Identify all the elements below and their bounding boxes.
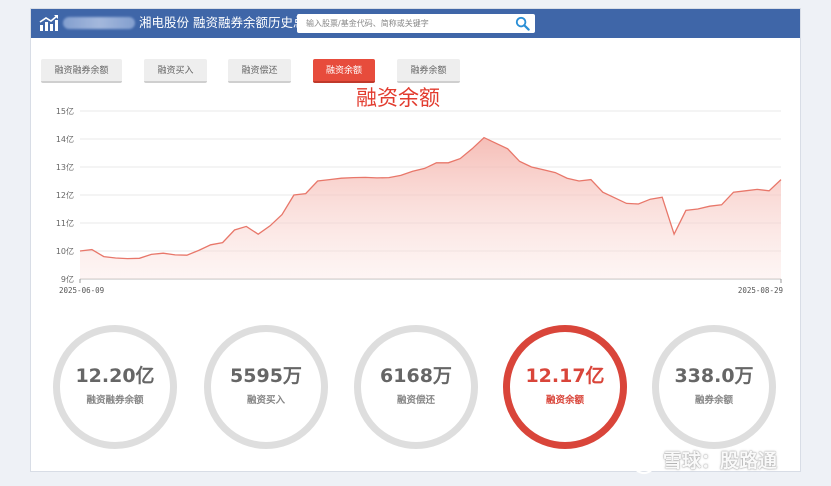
y-tick-label: 12亿 <box>56 190 74 200</box>
tab-margin-total[interactable]: 融资融券余额 <box>41 59 122 83</box>
stat-label: 融券余额 <box>694 395 733 406</box>
stat-value: 12.17亿 <box>525 365 605 387</box>
stat-value: 338.0万 <box>674 365 754 387</box>
app-window: 湘电股份 融资融券余额历史总览 融资融券余额 融资买入 融资偿还 融资余额 融券… <box>30 8 801 472</box>
stat-circle-financing-repay: 6168万 融资偿还 <box>354 325 478 449</box>
y-tick-label: 13亿 <box>56 162 74 172</box>
y-tick-label: 9亿 <box>61 274 74 284</box>
stat-circle-securities-lending: 338.0万 融券余额 <box>652 325 776 449</box>
stat-circle-margin-total: 12.20亿 融资融券余额 <box>53 325 177 449</box>
tab-financing-buy[interactable]: 融资买入 <box>144 59 207 83</box>
search-icon[interactable] <box>515 16 530 31</box>
financing-balance-chart: 9亿 10亿 11亿 12亿 13亿 14亿 15亿 2025-06-09 2025-08-29 <box>56 106 783 295</box>
stat-label: 融资余额 <box>545 395 584 406</box>
y-tick-label: 14亿 <box>56 134 74 144</box>
stat-label: 融资偿还 <box>396 395 435 406</box>
stat-circle-financing-buy: 5595万 融资买入 <box>204 325 328 449</box>
stock-chart-logo-icon <box>39 15 58 31</box>
search-input[interactable] <box>297 14 507 33</box>
search-box <box>297 14 535 33</box>
x-end-label: 2025-08-29 <box>738 286 783 295</box>
header-bar: 湘电股份 融资融券余额历史总览 <box>31 9 800 38</box>
tab-financing-balance[interactable]: 融资余额 <box>313 59 375 83</box>
stat-circle-financing-balance: 12.17亿 融资余额 <box>503 325 627 449</box>
y-tick-label: 15亿 <box>56 106 74 116</box>
y-tick-label: 11亿 <box>56 218 74 228</box>
stat-value: 6168万 <box>380 365 452 387</box>
stat-label: 融资融券余额 <box>86 395 144 406</box>
y-tick-label: 10亿 <box>56 246 74 256</box>
watermark-text: 雪球：股路通 <box>663 450 778 472</box>
area-fill <box>80 137 781 279</box>
x-start-label: 2025-06-09 <box>59 286 104 295</box>
watermark: 雪球：股路通 <box>631 447 777 475</box>
stat-value: 5595万 <box>230 365 302 387</box>
page-title: 湘电股份 融资融券余额历史总览 <box>139 15 318 30</box>
tab-financing-repay[interactable]: 融资偿还 <box>228 59 291 83</box>
stat-value: 12.20亿 <box>75 365 155 387</box>
tab-securities-lending-balance[interactable]: 融券余额 <box>397 59 460 83</box>
snowball-logo-icon <box>631 449 657 474</box>
stat-label: 融资买入 <box>246 395 285 406</box>
blurred-stock-name <box>63 17 135 29</box>
